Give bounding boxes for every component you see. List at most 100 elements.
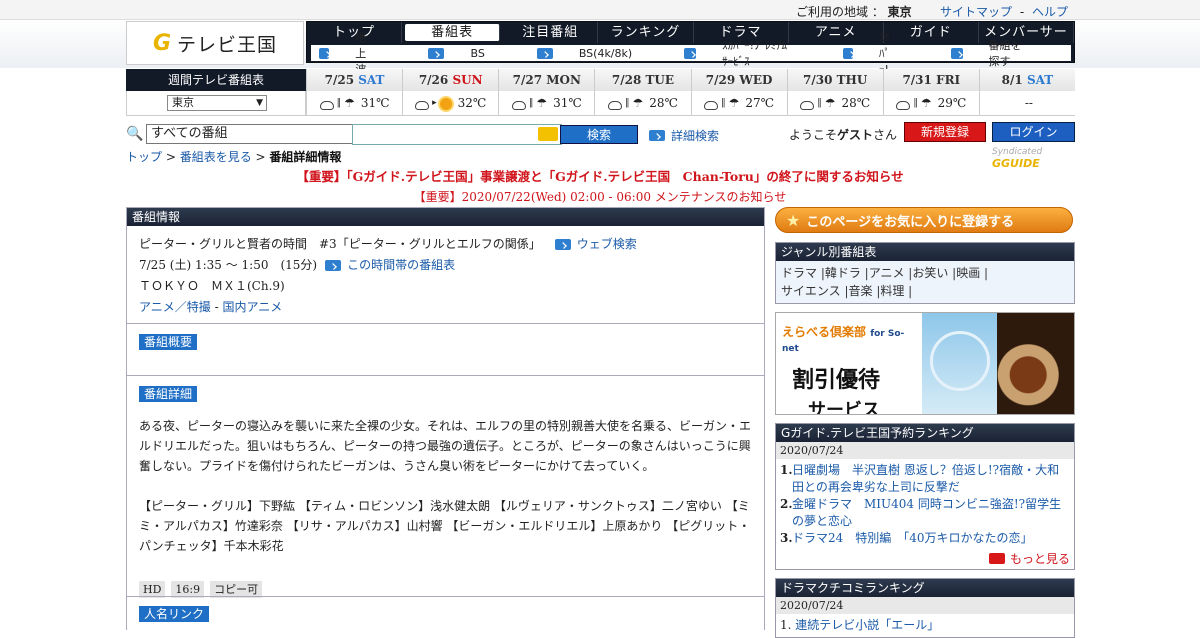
logo-name: テレビ王国 (177, 33, 278, 56)
program-title: ピーター・グリルと賢者の時間 #3「ピーター・グリルとエルフの関係」 (139, 237, 541, 251)
welcome-pre: ようこそ (789, 128, 838, 142)
weekly-label[interactable]: 週間テレビ番組表 (126, 69, 306, 91)
arrow-icon (319, 47, 330, 59)
g-guide-icon (538, 127, 558, 141)
breadcrumb-list[interactable]: 番組表を見る (180, 150, 252, 164)
breadcrumb-top[interactable]: トップ (126, 150, 162, 164)
umbrella-icon: ☂ (824, 96, 836, 110)
day-date: 7/29 (705, 73, 740, 87)
umbrella-icon: ☂ (536, 96, 548, 110)
advanced-search-label: 詳細検索 (671, 129, 720, 143)
list-item[interactable]: 3. ドラマ24 特別編 「40万キロかなたの恋」 (780, 530, 1070, 547)
rank-title[interactable]: ドラマ24 特別編 「40万キロかなたの恋」 (792, 530, 1033, 547)
detail-tag: 番組詳細 (139, 386, 198, 402)
breadcrumb: トップ > 番組表を見る > 番組詳細情報 (126, 148, 341, 165)
day-header[interactable]: 7/25 SAT (307, 69, 403, 91)
day-dow: THU (836, 73, 868, 87)
genre-link-1[interactable]: アニメ／特撮 (139, 297, 211, 318)
food-image (997, 313, 1074, 414)
favorite-button[interactable]: ★ このページをお気に入りに登録する (775, 207, 1073, 233)
category-select[interactable]: すべての番組 (146, 124, 374, 144)
day-header[interactable]: 7/31 FRI (883, 69, 979, 91)
day-weather: ‖ ☂ 28℃ (595, 91, 690, 116)
weather-sep-icon: ‖ (624, 98, 630, 108)
ad-head: えらべる倶楽部 (782, 325, 867, 339)
day-weather: ‖ ☂ 28℃ (788, 91, 883, 116)
day-date: 7/28 (611, 73, 646, 87)
notice-important-1[interactable]: 【重要】「Gガイド.テレビ王国」事業譲渡と「Gガイド.テレビ王国 Chan-To… (0, 166, 1200, 185)
day-dow: SUN (452, 73, 483, 87)
day-dow: SAT (1026, 73, 1054, 87)
detail-body: ある夜、ピーターの寝込みを襲いに来た全裸の少女。それは、エルフの里の特別親善大使… (139, 416, 752, 556)
day-header[interactable]: 7/28 TUE (595, 69, 691, 91)
ad-main: 割引優待 (792, 368, 881, 393)
day-header[interactable]: 7/29 WED (691, 69, 787, 91)
subnav-item-2[interactable]: BS(4k/8k) (533, 47, 654, 60)
advanced-search-link[interactable]: 詳細検索 (649, 127, 719, 144)
web-search-link[interactable]: ウェブ検索 (554, 234, 637, 255)
genre-links[interactable]: ドラマ |韓ドラ |アニメ |お笑い |映画 | サイエンス |音楽 |料理 | (776, 261, 1074, 303)
nav-tab-2[interactable]: 注目番組 (503, 22, 599, 43)
umbrella-icon: ☂ (920, 96, 932, 110)
list-item[interactable]: 1. 日曜劇場 半沢直樹 恩返し？倍返し!?宿敵・大和田との再会卑劣な上司に反撃だ (780, 462, 1070, 496)
genre-links-row-1[interactable]: ドラマ |韓ドラ |アニメ |お笑い |映画 | (781, 264, 1069, 282)
drama-ranking-list: 1. 連続テレビ小説「エール」 (776, 614, 1074, 637)
site-logo[interactable]: G テレビ王国 (126, 21, 304, 65)
day-temp: 28℃ (649, 96, 678, 110)
search-icon: 🔍 (126, 126, 144, 142)
sitemap-link[interactable]: サイトマップ (940, 5, 1012, 19)
day-weather: ‖ ☂ 29℃ (884, 91, 979, 116)
web-search-label: ウェブ検索 (576, 237, 637, 251)
list-item[interactable]: 2. 金曜ドラマ MIU404 同時コンビニ強盗!?留学生の夢と恋心 (780, 496, 1070, 530)
program-info-header: 番組情報 (127, 208, 764, 226)
day-header[interactable]: 7/27 MON (499, 69, 595, 91)
welcome-user: ゲスト (837, 128, 874, 142)
day-dow: MON (546, 73, 581, 87)
ad-banner[interactable]: えらべる倶楽部 for So-net 割引優待 サービス (775, 312, 1075, 415)
genre-header: ジャンル別番組表 (776, 243, 1074, 261)
rank-title[interactable]: 日曜劇場 半沢直樹 恩返し？倍返し!?宿敵・大和田との再会卑劣な上司に反撃だ (792, 462, 1070, 496)
login-button[interactable]: ログイン (992, 122, 1075, 142)
day-date: 7/30 (803, 73, 837, 87)
genre-links-row-2[interactable]: サイエンス |音楽 |料理 | (781, 282, 1069, 300)
program-info: ピーター・グリルと賢者の時間 #3「ピーター・グリルとエルフの関係」 ウェブ検索 … (127, 226, 764, 324)
summary-section: 番組概要 (127, 324, 764, 376)
day-column: 7/26 SUN ▸ 32℃ (402, 69, 499, 116)
help-link[interactable]: ヘルプ (1032, 5, 1068, 19)
day-column: 8/1 SAT -- (978, 69, 1075, 116)
notice-important-2[interactable]: 【重要】2020/07/22(Wed) 02:00 - 06:00 メンテナンス… (0, 188, 1200, 205)
day-date: 8/1 (1001, 73, 1027, 87)
list-item[interactable]: 1. 連続テレビ小説「エール」 (780, 617, 1070, 634)
register-button[interactable]: 新規登録 (904, 122, 986, 142)
day-header[interactable]: 7/26 SUN (403, 69, 499, 91)
day-header[interactable]: 8/1 SAT (979, 69, 1075, 91)
weather-sep-icon: ‖ (528, 98, 534, 108)
day-header[interactable]: 7/30 THU (787, 69, 883, 91)
breadcrumb-current: 番組詳細情報 (269, 150, 342, 164)
search-input[interactable] (352, 124, 562, 145)
arrow-icon (325, 260, 342, 271)
people-tag: 人名リンク (139, 606, 210, 622)
area-select[interactable]: 東京 (167, 95, 267, 111)
region-info: ご利用の地域 ： 東京 (796, 3, 912, 20)
sidebar: ★ このページをお気に入りに登録する ジャンル別番組表 ドラマ |韓ドラ |アニメ… (775, 207, 1075, 638)
more-link[interactable]: もっと見る (776, 550, 1074, 569)
day-column: 7/30 THU ‖ ☂ 28℃ (786, 69, 883, 116)
day-temp: 29℃ (937, 96, 967, 110)
genre-link-2[interactable]: 国内アニメ (222, 297, 282, 318)
program-channel: ＴＯＫＹＯ ＭＸ１(Ch.9) (139, 279, 285, 293)
rank-title[interactable]: 金曜ドラマ MIU404 同時コンビニ強盗!?留学生の夢と恋心 (792, 496, 1070, 530)
day-temp: 31℃ (360, 96, 390, 110)
subnav-item-1[interactable]: BS (424, 47, 506, 60)
nav-tab-1[interactable]: 番組表 (405, 24, 501, 41)
drama-ranking-date: 2020/07/24 (776, 597, 1074, 614)
search-button[interactable]: 検索 (560, 125, 638, 144)
subnav-item-5[interactable]: 番組を探す (947, 37, 1049, 69)
region-value: 東京 (887, 5, 912, 19)
timeslot-link[interactable]: この時間帯の番組表 (325, 255, 455, 276)
subnav-item-3[interactable]: ｽｶﾊﾟｰ!ﾌﾟﾚﾐｱﾑｻｰﾋﾞｽ (680, 37, 813, 69)
sun-icon (439, 97, 452, 110)
global-nav: トップ番組表注目番組ランキングドラマアニメガイドメンバーサービス 地上波BSBS… (306, 21, 1075, 76)
day-column: 7/27 MON ‖ ☂ 31℃ (498, 69, 595, 116)
arrow-icon (649, 130, 665, 141)
